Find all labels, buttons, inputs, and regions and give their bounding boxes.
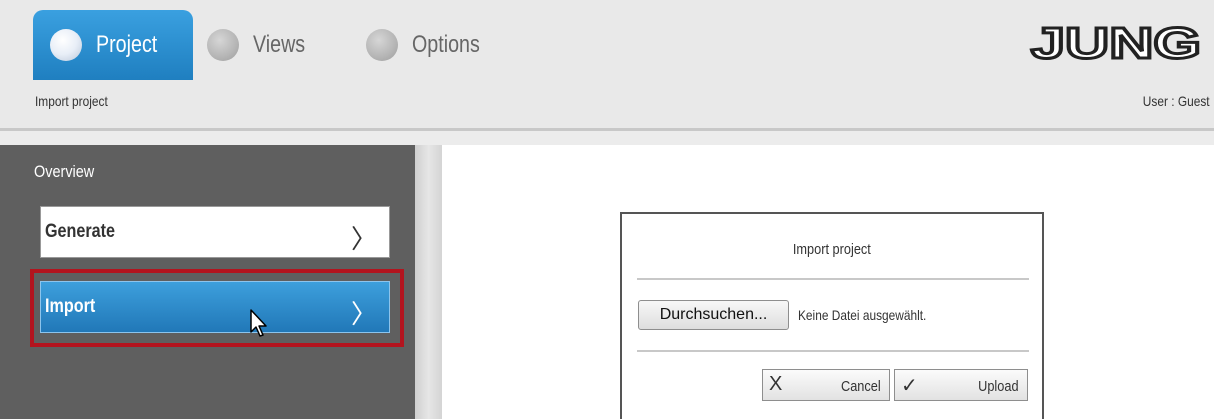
breadcrumb: Import project xyxy=(35,93,108,109)
cancel-label: Cancel xyxy=(841,378,881,395)
import-dialog: Import project Durchsuchen... Keine Date… xyxy=(620,212,1044,419)
sidebar: Overview Generate 〉 Import 〉 xyxy=(0,145,415,419)
tab-project-circle-icon xyxy=(50,29,82,61)
browse-button[interactable]: Durchsuchen... xyxy=(638,300,789,330)
jung-logo: JUNG xyxy=(1030,20,1203,64)
chevron-right-icon: 〉 xyxy=(350,224,377,254)
tab-views[interactable]: Views xyxy=(207,10,317,80)
sidebar-item-import[interactable]: Import 〉 xyxy=(40,281,390,333)
header-subbar xyxy=(0,131,1214,145)
tab-views-circle-icon xyxy=(207,29,239,61)
app-header: Project Views Options JUNG Import projec… xyxy=(0,0,1214,128)
tab-options-circle-icon xyxy=(366,29,398,61)
close-icon: X xyxy=(769,373,783,395)
dialog-divider xyxy=(637,350,1029,352)
tab-views-label: Views xyxy=(253,31,306,58)
upload-button[interactable]: ✓ Upload xyxy=(894,369,1028,401)
sidebar-resize-handle[interactable] xyxy=(415,145,442,419)
sidebar-item-label: Generate xyxy=(45,221,116,242)
tab-options[interactable]: Options xyxy=(366,10,495,80)
dialog-title-text: Import project xyxy=(793,241,871,258)
dialog-title: Import project xyxy=(622,241,1042,258)
upload-label: Upload xyxy=(978,378,1019,395)
checkmark-icon: ✓ xyxy=(901,375,918,397)
user-indicator: User : Guest xyxy=(1143,93,1210,109)
sidebar-item-label: Import xyxy=(45,296,96,317)
svg-text:JUNG: JUNG xyxy=(1031,20,1201,64)
tab-options-label: Options xyxy=(412,31,480,58)
tab-project-label: Project xyxy=(96,31,158,58)
sidebar-item-generate[interactable]: Generate 〉 xyxy=(40,206,390,258)
chevron-right-icon: 〉 xyxy=(350,299,377,329)
cancel-button[interactable]: X Cancel xyxy=(762,369,890,401)
mouse-cursor-icon xyxy=(250,309,267,337)
dialog-divider xyxy=(637,278,1029,280)
file-status: Keine Datei ausgewählt. xyxy=(798,307,927,323)
tab-project[interactable]: Project xyxy=(33,10,193,80)
sidebar-title: Overview xyxy=(34,162,95,181)
